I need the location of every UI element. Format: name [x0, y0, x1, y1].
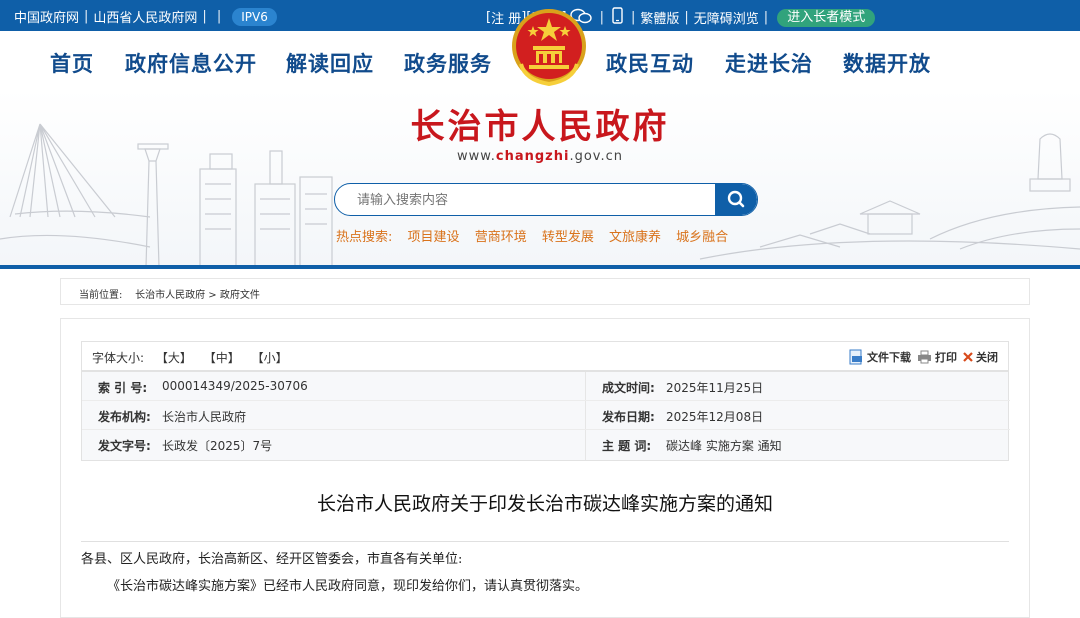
divider: |	[599, 10, 604, 25]
divider: |	[763, 10, 769, 25]
nav-interpretation[interactable]: 解读回应	[286, 48, 374, 78]
top-links: 中国政府网 | 山西省人民政府网 | | IPV6	[14, 7, 277, 26]
date-written-label: 成文时间:	[602, 381, 655, 395]
search-input[interactable]	[357, 191, 717, 209]
date-written-value: 2025年11月25日	[666, 381, 764, 395]
close-button[interactable]: 关闭	[963, 349, 998, 365]
divider: |	[630, 10, 636, 25]
search-box	[334, 183, 758, 216]
document-title: 长治市人民政府关于印发长治市碳达峰实施方案的通知	[316, 493, 773, 515]
document-addressee: 各县、区人民政府，长治高新区、经开区管委会，市直各有关单位:	[81, 552, 463, 567]
print-button[interactable]: 打印	[917, 349, 957, 365]
hot-search-item[interactable]: 转型发展	[542, 230, 594, 245]
breadcrumb: 当前位置: 长治市人民政府 > 政府文件	[60, 278, 1030, 305]
divider: |	[684, 10, 689, 25]
breadcrumb-link-docs[interactable]: 政府文件	[220, 290, 260, 301]
search-icon	[727, 190, 745, 208]
breadcrumb-label: 当前位置:	[79, 290, 123, 301]
site-url-suffix: .gov.cn	[569, 149, 623, 164]
hot-search-item[interactable]: 项目建设	[408, 230, 460, 245]
nav-home[interactable]: 首页	[50, 48, 94, 78]
site-url: www.changzhi.gov.cn	[0, 149, 1080, 164]
print-icon	[918, 350, 931, 364]
font-size-controls: 字体大小: 【大】 【中】 【小】	[92, 349, 296, 366]
date-published-label: 发布日期:	[602, 410, 655, 424]
site-url-main: changzhi	[495, 149, 570, 164]
font-small-button[interactable]: 【小】	[252, 351, 288, 365]
doc-number-value: 长政发〔2025〕7号	[162, 439, 273, 453]
print-label: 打印	[935, 351, 957, 364]
breadcrumb-link-home[interactable]: 长治市人民政府	[135, 290, 205, 301]
date-published-value: 2025年12月08日	[666, 410, 764, 424]
national-emblem-icon	[512, 9, 586, 87]
hot-search-item[interactable]: 文旅康养	[609, 230, 661, 245]
header-divider	[0, 265, 1080, 269]
download-label: 文件下载	[867, 351, 911, 364]
subject-value: 碳达峰 实施方案 通知	[666, 439, 782, 453]
metadata-row: 发文字号: 长政发〔2025〕7号 主 题 词: 碳达峰 实施方案 通知	[82, 430, 1010, 459]
nav-open-data[interactable]: 数据开放	[843, 48, 931, 78]
font-medium-button[interactable]: 【中】	[204, 351, 240, 365]
article-toolbar: 字体大小: 【大】 【中】 【小】 文件下载 打印 关闭	[81, 341, 1009, 371]
traditional-chinese-link[interactable]: 繁體版	[640, 8, 679, 27]
subject-label: 主 题 词:	[602, 439, 652, 453]
divider: |	[216, 9, 222, 24]
site-url-prefix: www.	[457, 149, 496, 164]
font-large-button[interactable]: 【大】	[156, 351, 192, 365]
close-icon	[963, 352, 973, 362]
metadata-row: 索 引 号: 000014349/2025-30706 成文时间: 2025年1…	[82, 372, 1010, 401]
hot-search-label: 热点搜索:	[336, 230, 393, 245]
download-icon	[849, 349, 862, 365]
nav-services[interactable]: 政务服务	[404, 48, 492, 78]
publisher-label: 发布机构:	[98, 410, 151, 424]
download-button[interactable]: 文件下载	[848, 349, 911, 365]
nav-gov-info[interactable]: 政府信息公开	[125, 48, 257, 78]
close-label: 关闭	[976, 351, 998, 364]
link-shanxi-gov[interactable]: 山西省人民政府网	[93, 7, 197, 26]
doc-number-label: 发文字号:	[98, 439, 151, 453]
elder-mode-button[interactable]: 进入长者模式	[777, 8, 876, 27]
hot-search: 热点搜索: 项目建设 营商环境 转型发展 文旅康养 城乡融合	[336, 226, 739, 245]
breadcrumb-separator: >	[208, 290, 217, 301]
accessibility-link[interactable]: 无障碍浏览	[694, 8, 759, 27]
article-tools: 文件下载 打印 关闭	[842, 349, 998, 365]
document-paragraph: 《长治市碳达峰实施方案》已经市人民政府同意，现印发给你们，请认真贯彻落实。	[107, 579, 589, 594]
mobile-icon[interactable]	[612, 7, 623, 28]
metadata-row: 发布机构: 长治市人民政府 发布日期: 2025年12月08日	[82, 401, 1010, 430]
divider: |	[84, 9, 89, 24]
link-china-gov[interactable]: 中国政府网	[14, 7, 79, 26]
hot-search-item[interactable]: 城乡融合	[676, 230, 728, 245]
title-divider	[81, 541, 1009, 542]
nav-about[interactable]: 走进长治	[725, 48, 813, 78]
article-container: 字体大小: 【大】 【中】 【小】 文件下载 打印 关闭 索 引 号: 0000…	[60, 318, 1030, 618]
index-value: 000014349/2025-30706	[162, 379, 308, 393]
publisher-value: 长治市人民政府	[162, 410, 247, 424]
divider: |	[202, 9, 207, 24]
hot-search-item[interactable]: 营商环境	[475, 230, 527, 245]
nav-interaction[interactable]: 政民互动	[606, 48, 694, 78]
document-metadata: 索 引 号: 000014349/2025-30706 成文时间: 2025年1…	[81, 371, 1010, 461]
index-label: 索 引 号:	[98, 381, 148, 395]
search-button[interactable]	[715, 184, 757, 215]
site-title: 长治市人民政府	[410, 107, 670, 147]
font-size-label: 字体大小:	[92, 351, 145, 365]
ipv6-badge: IPV6	[232, 7, 277, 26]
